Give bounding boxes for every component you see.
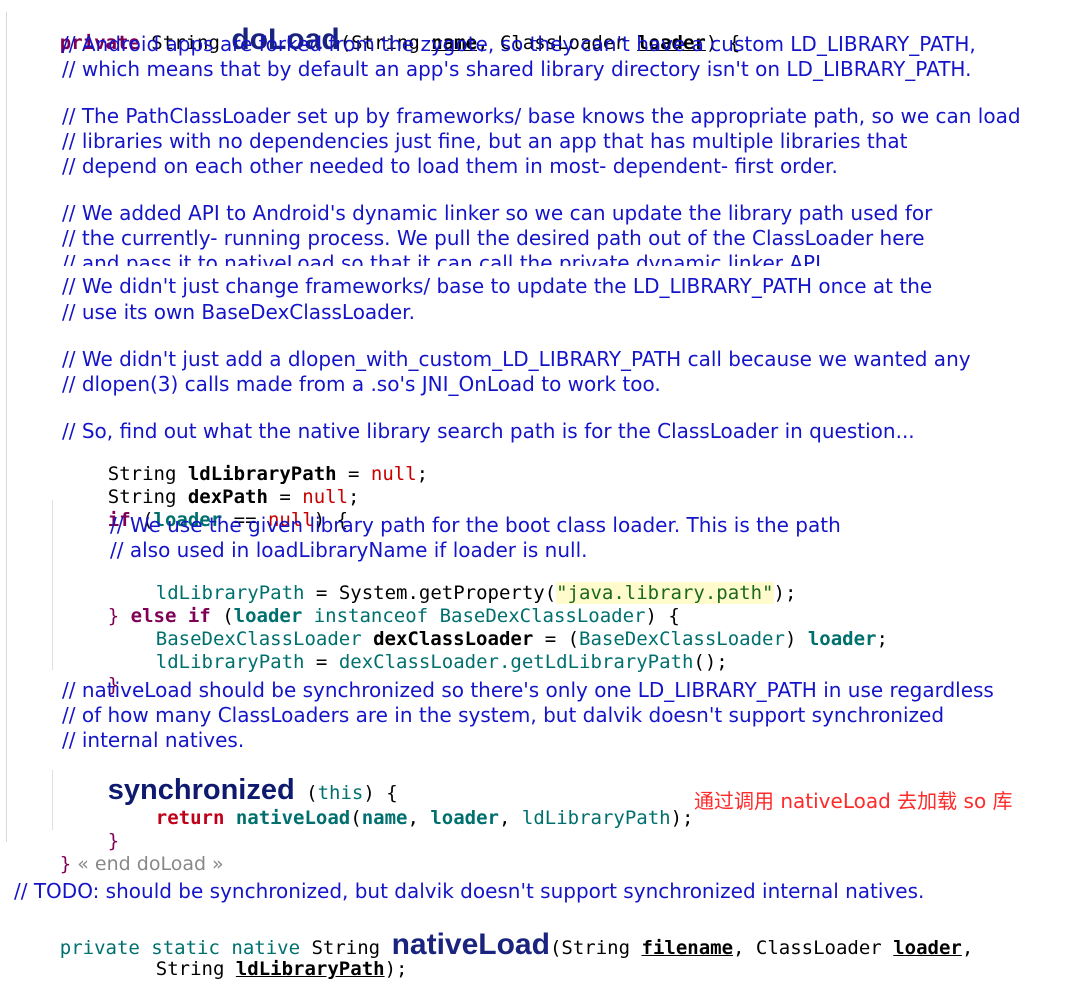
comment-line: // We didn't just change frameworks/ bas…: [62, 274, 933, 298]
comment-line: // nativeLoad should be synchronized so …: [62, 678, 994, 702]
comment-line: // The PathClassLoader set up by framewo…: [62, 104, 1021, 128]
code-editor: private String doLoad(String name, Class…: [0, 0, 1091, 979]
method-name-nativeload: nativeLoad: [391, 928, 550, 961]
method-header-nativeload-cont: String ldLibraryPath);: [155, 958, 408, 980]
comment-line: // use its own BaseDexClassLoader.: [62, 300, 415, 324]
comment-line: // internal natives.: [62, 728, 245, 752]
comment-line: // dlopen(3) calls made from a .so's JNI…: [62, 372, 661, 396]
fold-guide-sync: [52, 770, 53, 830]
comment-line-clipped: // and pass it to nativeLoad so that it …: [62, 253, 828, 266]
comment-line: // We didn't just add a dlopen_with_cust…: [62, 347, 971, 371]
fold-guide-if: [52, 500, 53, 670]
comment-line: // the currently- running process. We pu…: [62, 226, 925, 250]
comment-line: // which means that by default an app's …: [62, 57, 972, 81]
comment-line: // libraries with no dependencies just f…: [62, 129, 908, 153]
fold-guide: [6, 12, 7, 842]
comment-line: // depend on each other needed to load t…: [62, 154, 838, 178]
clipped-line-container: // and pass it to nativeLoad so that it …: [60, 253, 1091, 266]
comment-line: // We added API to Android's dynamic lin…: [62, 201, 933, 225]
annotation-note: 通过调用 nativeLoad 去加载 so 库: [694, 789, 1013, 813]
comment-line: // So, find out what the native library …: [62, 419, 915, 443]
comment-line: // of how many ClassLoaders are in the s…: [62, 703, 945, 727]
comment-todo: // TODO: should be synchronized, but dal…: [14, 879, 925, 903]
comment-line: // We use the given library path for the…: [110, 513, 841, 537]
comment-line: // also used in loadLibraryName if loade…: [110, 538, 588, 562]
comment-line: // Android apps are forked from the zygo…: [62, 32, 976, 56]
fold-marker[interactable]: « end doLoad »: [71, 853, 223, 875]
